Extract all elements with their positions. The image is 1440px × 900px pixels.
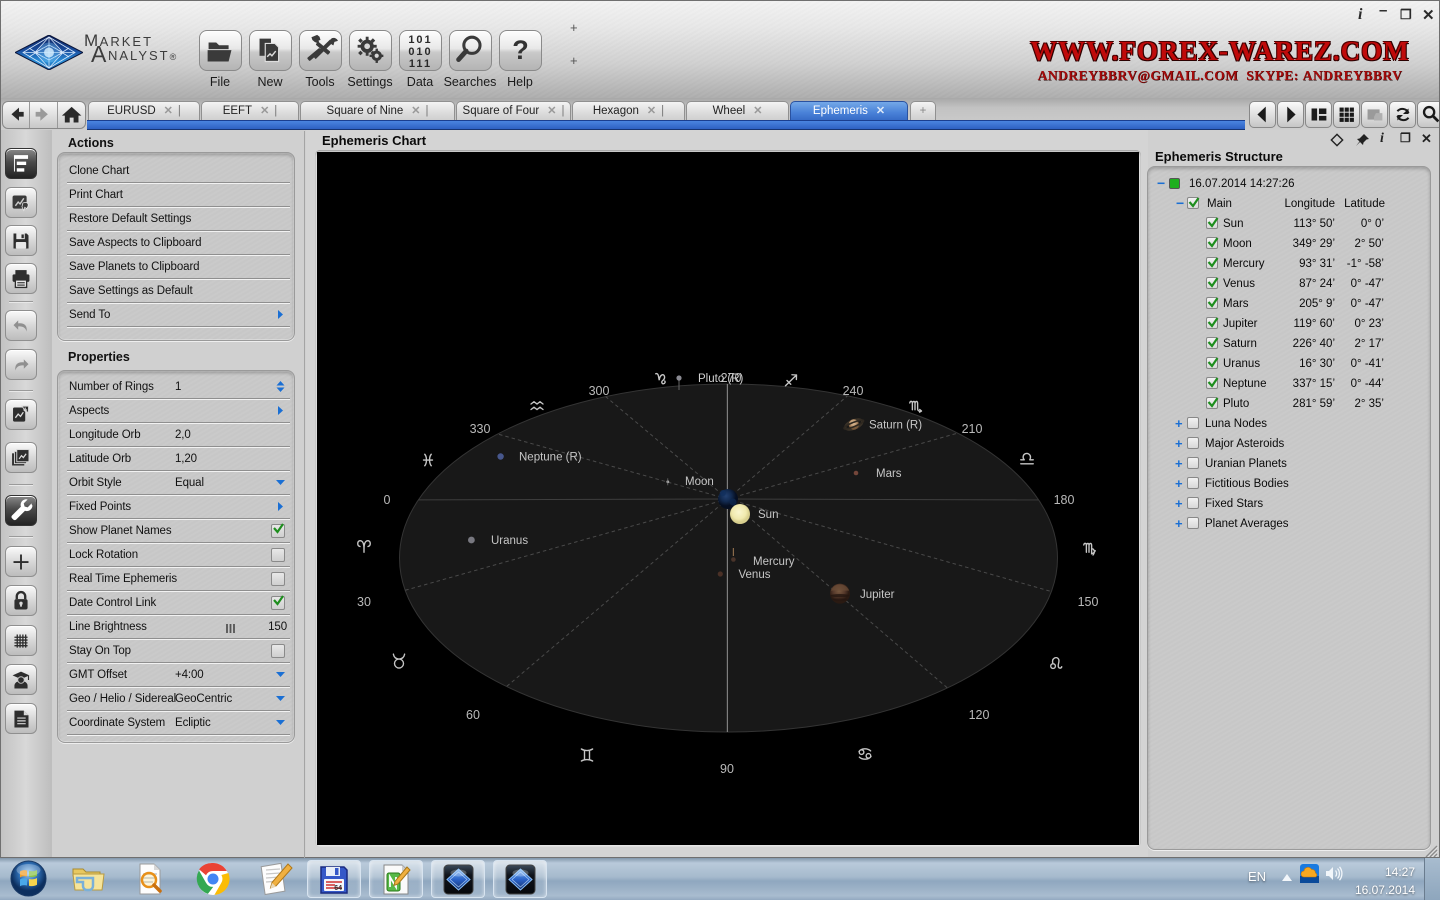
- svg-text:210: 210: [962, 422, 983, 436]
- svg-text:Moon: Moon: [685, 476, 714, 488]
- svg-text:330: 330: [470, 422, 491, 436]
- svg-text:Jupiter: Jupiter: [860, 589, 895, 601]
- svg-text:Neptune (R): Neptune (R): [519, 452, 582, 464]
- svg-text:Mercury: Mercury: [753, 556, 795, 568]
- svg-text:Sun: Sun: [758, 509, 778, 521]
- svg-text:Uranus: Uranus: [491, 535, 528, 547]
- svg-text:120: 120: [969, 708, 990, 722]
- svg-text:300: 300: [589, 384, 610, 398]
- svg-text:90: 90: [720, 762, 734, 776]
- svg-text:Mars: Mars: [876, 468, 902, 480]
- svg-text:0: 0: [384, 493, 391, 507]
- svg-text:30: 30: [357, 595, 371, 609]
- svg-text:150: 150: [1078, 595, 1099, 609]
- svg-text:64: 64: [334, 885, 342, 892]
- svg-text:60: 60: [466, 708, 480, 722]
- svg-text:180: 180: [1054, 493, 1075, 507]
- svg-text:Pluto (R): Pluto (R): [698, 373, 744, 385]
- svg-text:240: 240: [843, 384, 864, 398]
- svg-text:Venus: Venus: [739, 569, 771, 581]
- svg-text:Saturn (R): Saturn (R): [869, 420, 922, 432]
